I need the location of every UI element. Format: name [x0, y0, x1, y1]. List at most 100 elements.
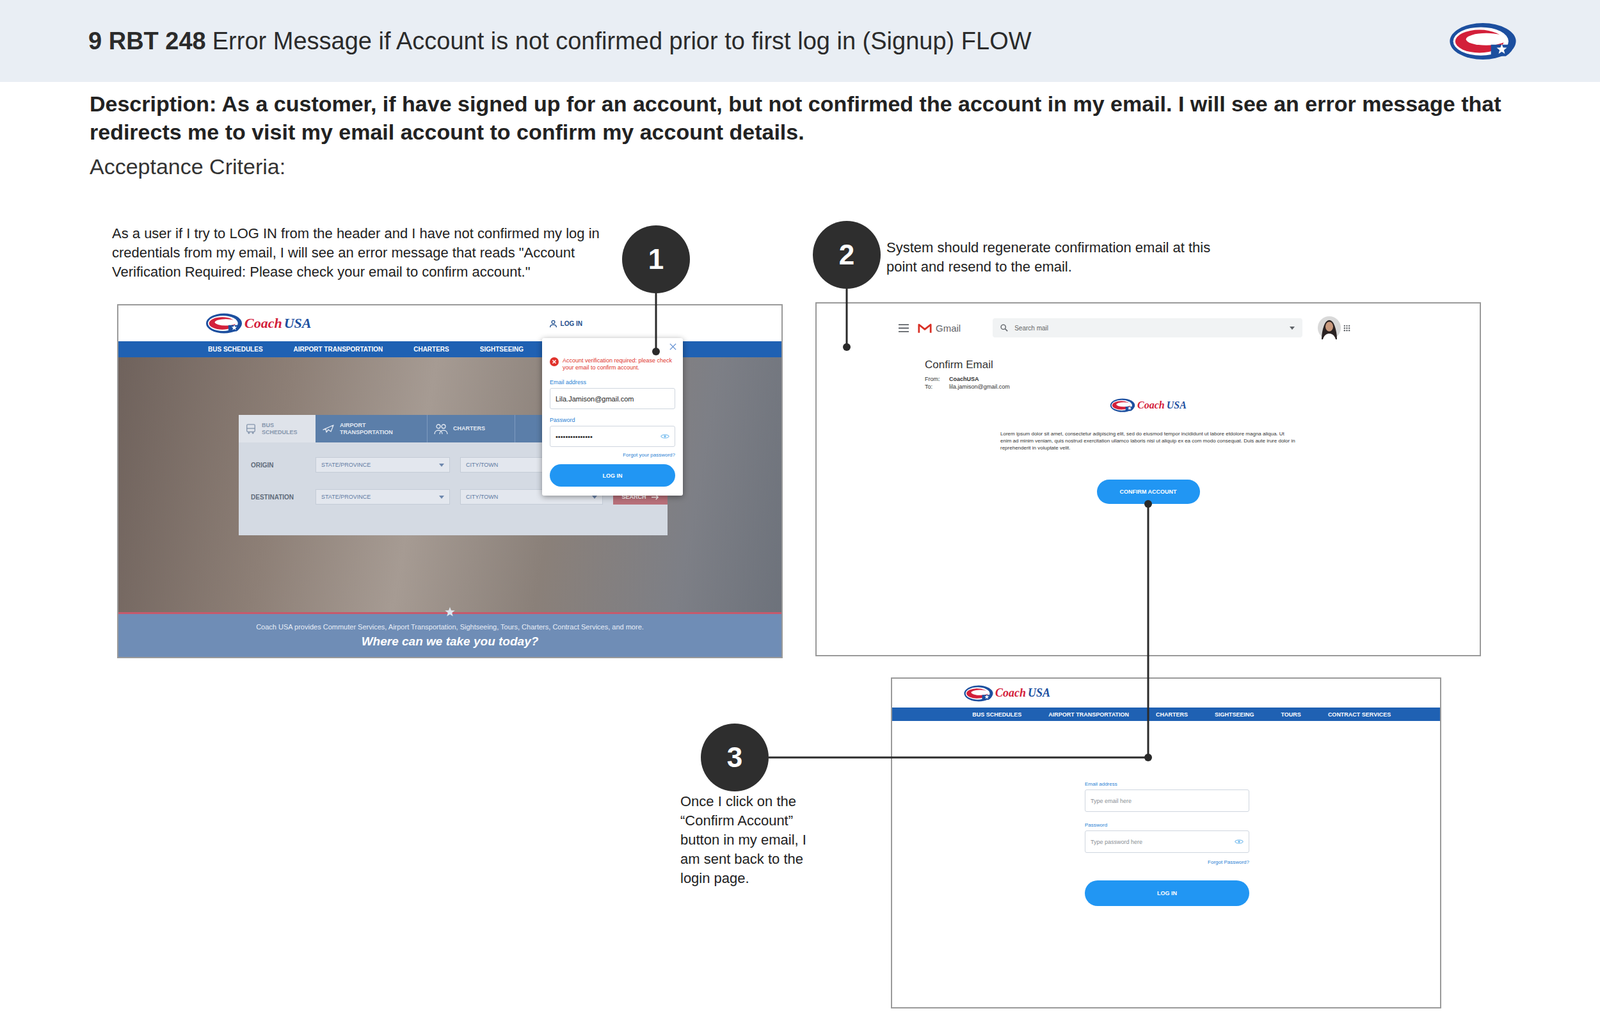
- coach-usa-logo[interactable]: CoachUSA: [205, 312, 312, 334]
- login-label: LOG IN: [560, 320, 583, 328]
- coach-usa-emblem-icon: [205, 312, 243, 334]
- site-header: CoachUSA LOG IN: [118, 305, 782, 342]
- title-bar: 9 RBT 248Error Message if Account is not…: [0, 0, 1600, 82]
- nav-item[interactable]: CHARTERS: [413, 345, 450, 353]
- to-label: To:: [924, 382, 950, 391]
- apps-icon: [1343, 324, 1351, 332]
- nav-item[interactable]: TOURS: [1281, 711, 1302, 718]
- email-label: Email address: [549, 378, 676, 386]
- home-screen: CoachUSA LOG IN BUS SCHEDULES AIRPORT TRANS…: [117, 304, 783, 658]
- hero-band: Coach USA provides Commuter Services, Ai…: [118, 611, 782, 657]
- search-tab[interactable]: AIRPORT TRANSPORTATION: [315, 414, 428, 443]
- password-value: •••••••••••••••: [555, 432, 593, 441]
- logo-usa: USA: [284, 314, 312, 332]
- tab-label: CHARTERS: [453, 424, 486, 432]
- nav-item[interactable]: AIRPORT TRANSPORTATION: [1048, 711, 1129, 718]
- row-label: ORIGIN: [250, 461, 306, 469]
- eye-icon: [1234, 838, 1244, 845]
- nav-item[interactable]: CHARTERS: [1155, 711, 1188, 718]
- tab-label: BUS SCHEDULES: [261, 421, 298, 436]
- coach-usa-emblem-icon: [963, 684, 994, 702]
- step-badge: 3: [700, 723, 769, 792]
- page-title: 9 RBT 248Error Message if Account is not…: [88, 27, 1032, 56]
- from-value: CoachUSA: [949, 375, 1480, 383]
- gmail-bar: Gmail Search mail: [816, 312, 1480, 344]
- tab-label: AIRPORT TRANSPORTATION: [339, 421, 393, 436]
- error-text: Account verification required: please ch…: [562, 357, 676, 372]
- confirm-account-button[interactable]: CONFIRM ACCOUNT: [1096, 479, 1200, 504]
- search-tab[interactable]: CHARTERS: [427, 414, 516, 443]
- body-text: Lorem ipsum dolor sit amet, consectetur …: [1000, 430, 1296, 452]
- dropdown-icon: [439, 463, 445, 467]
- coach-usa-logo[interactable]: CoachUSA: [1109, 398, 1187, 413]
- error-icon: [549, 357, 559, 367]
- user-icon: [549, 319, 558, 328]
- subject: Confirm Email: [924, 358, 1480, 372]
- plane-icon: [321, 422, 335, 436]
- mail-search[interactable]: Search mail: [992, 318, 1303, 338]
- connector-lines: [0, 0, 1600, 1036]
- step-badge: 1: [622, 225, 690, 294]
- description: Description: As a customer, if have sign…: [89, 89, 1530, 146]
- state-field[interactable]: STATE/PROVINCE: [315, 456, 450, 473]
- avatar-icon: [1317, 316, 1341, 340]
- logo-usa: USA: [1166, 399, 1187, 411]
- acceptance-label: Acceptance Criteria:: [89, 152, 1600, 181]
- email-input[interactable]: [1090, 797, 1244, 804]
- step-text: System should regenerate confirmation em…: [886, 238, 1220, 277]
- story-code: 9 RBT 248: [88, 27, 207, 56]
- nav-item[interactable]: BUS SCHEDULES: [208, 345, 264, 353]
- row-label: DESTINATION: [250, 493, 306, 501]
- password-input-box: [1084, 830, 1250, 853]
- nav-item[interactable]: CONTRACT SERVICES: [1328, 711, 1391, 718]
- nav-item[interactable]: SIGHTSEEING: [1214, 711, 1255, 718]
- login-popup: Account verification required: please ch…: [542, 337, 683, 496]
- email-input[interactable]: Lila.Jamison@gmail.com: [549, 387, 676, 409]
- headline: Where can we take you today?: [361, 634, 539, 649]
- email-screen: GmailSearch mailConfirm EmailFrom:CoachU…: [815, 302, 1481, 656]
- story-title: Error Message if Account is not confirme…: [212, 27, 1032, 56]
- close-icon: [669, 343, 677, 351]
- to-value: lila.jamison@gmail.com: [949, 382, 1480, 391]
- nav-item[interactable]: AIRPORT TRANSPORTATION: [293, 345, 384, 353]
- coach-usa-emblem-icon: [1109, 398, 1136, 413]
- dropdown-icon: [1289, 326, 1295, 330]
- mail-meta: From:CoachUSATo:lila.jamison@gmail.com: [924, 375, 1480, 391]
- search-placeholder: Search mail: [1014, 324, 1284, 332]
- step-text: As a user if I try to LOG IN from the he…: [112, 224, 621, 282]
- email-label: Email address: [1084, 780, 1250, 787]
- dropdown-icon: [439, 495, 445, 499]
- nav-item[interactable]: SIGHTSEEING: [480, 345, 524, 353]
- flow-diagram: CoachUSA LOG IN BUS SCHEDULES AIRPORT TRANS…: [0, 0, 1600, 1036]
- password-input[interactable]: •••••••••••••••: [549, 425, 676, 447]
- from-label: From:: [924, 375, 950, 383]
- login-screen: CoachUSA BUS SCHEDULES AIRPORT TRANSPORTAT…: [890, 677, 1442, 1008]
- email-value: Lila.Jamison@gmail.com: [555, 394, 634, 403]
- mail-body: CoachUSA Lorem ipsum dolor sit amet, cons…: [816, 390, 1480, 504]
- mail-logo: CoachUSA: [1109, 398, 1187, 413]
- app-name: Gmail: [935, 322, 961, 334]
- gmail-icon: [917, 322, 932, 334]
- main-nav: BUS SCHEDULES AIRPORT TRANSPORTATION CHART…: [892, 707, 1440, 721]
- login-link[interactable]: LOG IN: [549, 319, 583, 328]
- login-button[interactable]: LOG IN: [1084, 880, 1250, 906]
- nav-item[interactable]: BUS SCHEDULES: [972, 711, 1022, 718]
- error-message: Account verification required: please ch…: [549, 357, 676, 372]
- star-icon: [444, 606, 456, 618]
- eye-icon: [660, 433, 670, 440]
- mail-header: Confirm Email From:CoachUSATo:lila.jamiso…: [816, 343, 1480, 391]
- coach-usa-logo[interactable]: CoachUSA: [963, 684, 1051, 702]
- logo-usa: USA: [1027, 686, 1051, 700]
- forgot-password-link[interactable]: Forgot Password?: [1084, 858, 1250, 865]
- coach-usa-logo-icon: [1448, 22, 1517, 61]
- forgot-password-link[interactable]: Forgot your password?: [549, 451, 676, 458]
- dropdown-icon: [592, 495, 598, 499]
- state-field[interactable]: STATE/PROVINCE: [315, 488, 450, 505]
- search-tab[interactable]: BUS SCHEDULES: [238, 414, 316, 443]
- password-input[interactable]: [1090, 838, 1231, 845]
- login-button[interactable]: LOG IN: [549, 464, 676, 487]
- city-placeholder: CITY/TOWN: [465, 493, 498, 500]
- state-placeholder: STATE/PROVINCE: [321, 493, 371, 500]
- city-placeholder: CITY/TOWN: [465, 461, 498, 468]
- login-form: Email addressPasswordForgot Password?LOG…: [1084, 774, 1250, 906]
